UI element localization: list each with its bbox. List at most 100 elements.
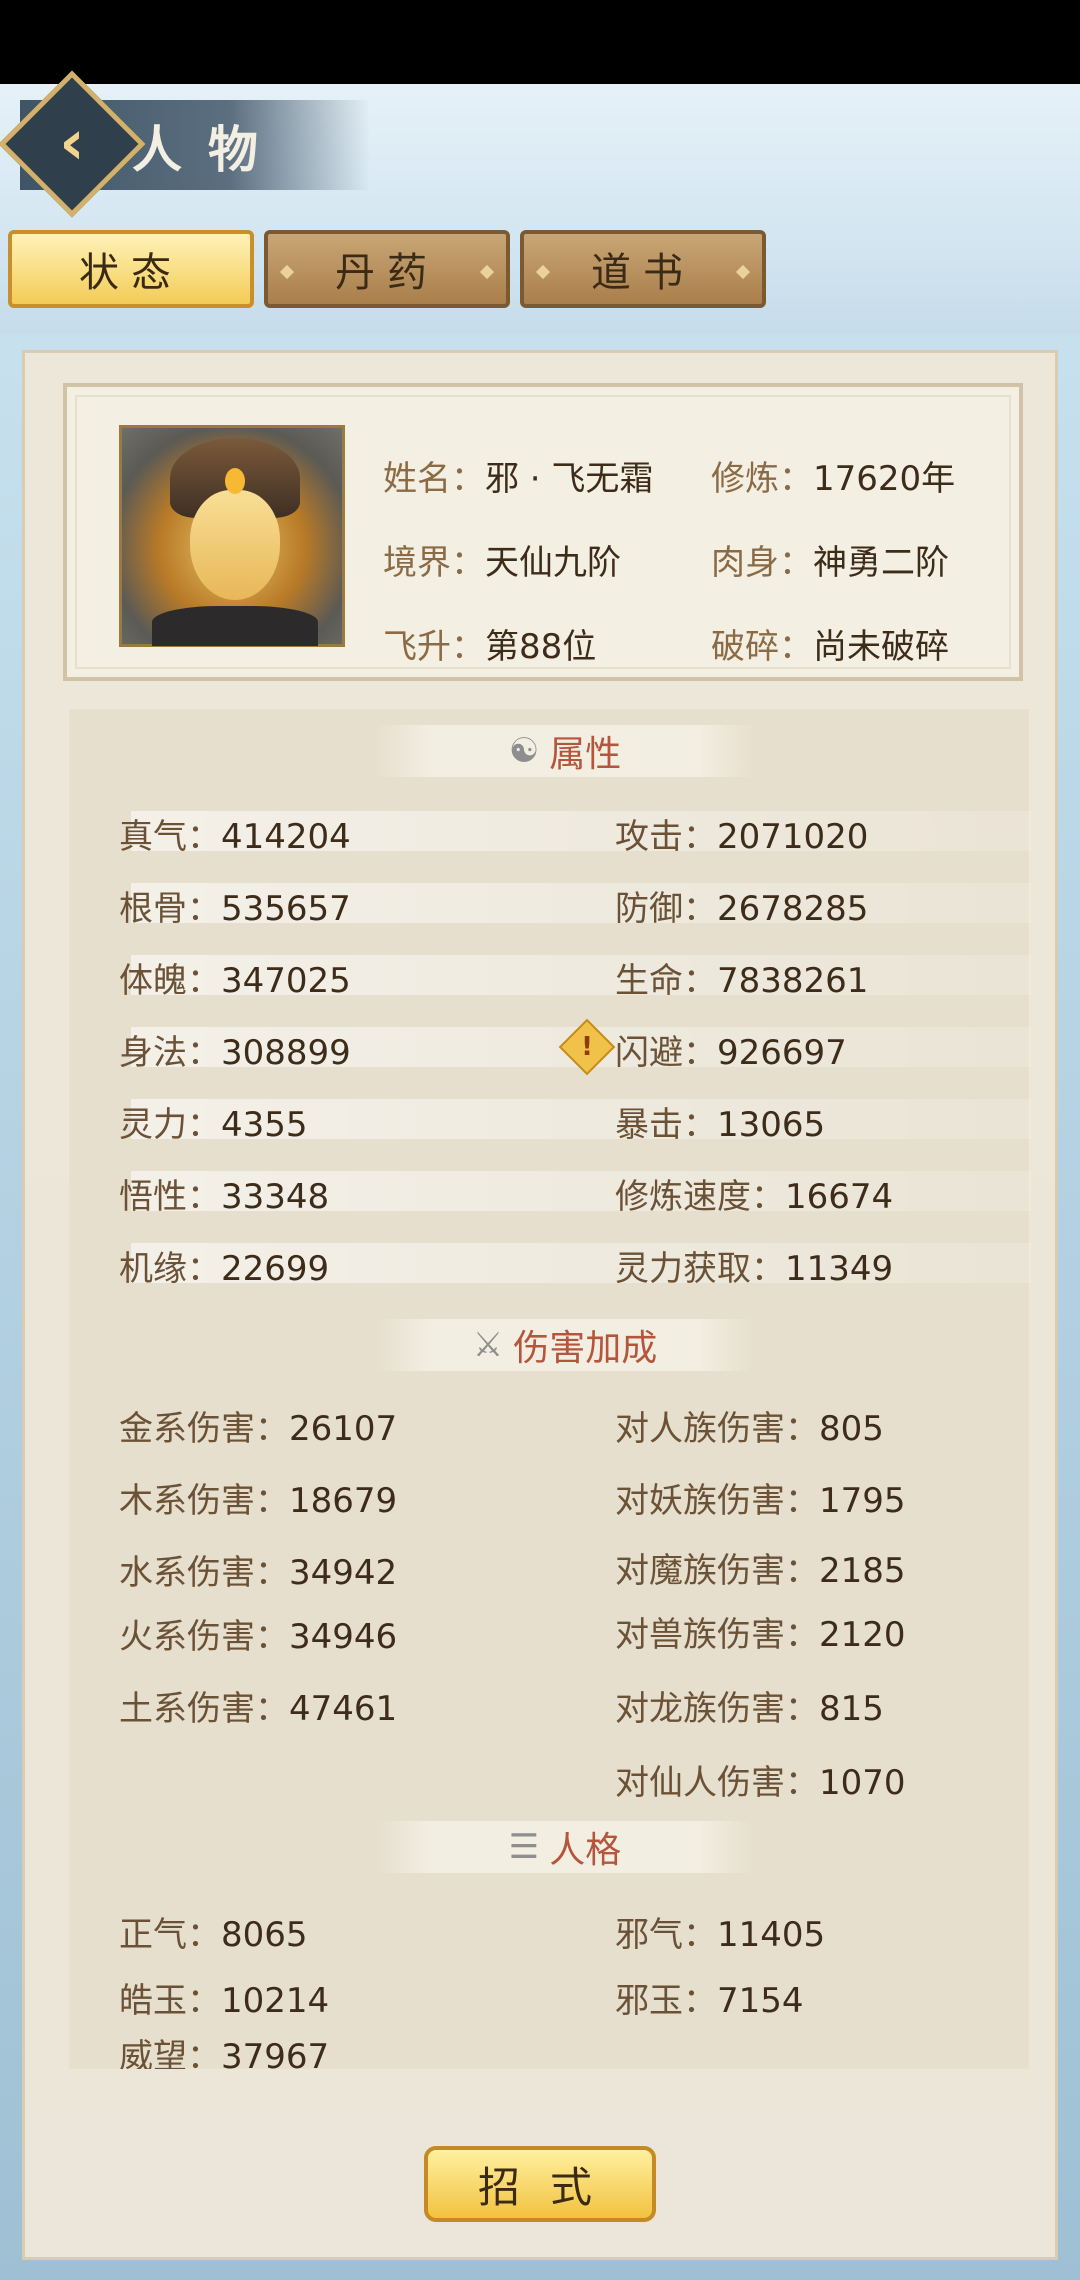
profile-cultivation: 修炼：17620年 <box>711 451 955 500</box>
stat-value: 7838261 <box>717 961 869 1001</box>
stat-value: 7154 <box>717 1981 804 2021</box>
stat-label: 对妖族伤害： <box>615 1481 819 1521</box>
stat-value: 2071020 <box>717 817 869 857</box>
profile-value: 尚未破碎 <box>813 627 949 667</box>
stat-item: 灵力获取：11349 <box>615 1241 893 1290</box>
stat-item: 对人族伤害：805 <box>615 1401 884 1450</box>
stat-value: 37967 <box>221 2037 330 2069</box>
stat-value: 2120 <box>819 1615 906 1655</box>
stat-label: 身法： <box>119 1033 221 1073</box>
skills-button-label: 招式 <box>477 2162 622 2212</box>
stat-label: 金系伤害： <box>119 1409 289 1449</box>
stat-item: 木系伤害：18679 <box>119 1473 397 1522</box>
stat-item: 对魔族伤害：2185 <box>615 1543 906 1592</box>
stat-value: 10214 <box>221 1981 330 2021</box>
stat-label: 火系伤害： <box>119 1617 289 1657</box>
stat-item: 机缘：22699 <box>119 1241 329 1290</box>
stat-label: 生命： <box>615 961 717 1001</box>
stat-item: 对龙族伤害：815 <box>615 1681 884 1730</box>
stat-label: 邪玉： <box>615 1981 717 2021</box>
stat-value: 308899 <box>221 1033 351 1073</box>
gem-icon <box>225 468 245 494</box>
stat-item: 灵力：4355 <box>119 1097 308 1146</box>
crossed-swords-icon: ⚔ <box>472 1325 504 1365</box>
stat-label: 灵力获取： <box>615 1249 785 1289</box>
face-icon <box>190 490 280 600</box>
stat-label: 攻击： <box>615 817 717 857</box>
stat-value: 26107 <box>289 1409 398 1449</box>
stat-item: 生命：7838261 <box>615 953 868 1002</box>
stat-value: 815 <box>819 1689 884 1729</box>
stat-value: 2678285 <box>717 889 869 929</box>
stat-value: 16674 <box>785 1177 894 1217</box>
stat-value: 18679 <box>289 1481 398 1521</box>
profile-label: 破碎： <box>711 627 813 667</box>
tab-books[interactable]: 道书 <box>520 230 766 308</box>
stat-item: 邪玉：7154 <box>615 1973 804 2022</box>
ornament-icon <box>735 264 751 280</box>
tab-label: 状态 <box>79 250 183 296</box>
stat-label: 土系伤害： <box>119 1689 289 1729</box>
status-bar <box>0 0 1080 84</box>
stat-label: 机缘： <box>119 1249 221 1289</box>
stat-value: 926697 <box>717 1033 847 1073</box>
stat-item: 身法：308899 <box>119 1025 351 1074</box>
warning-symbol: ! <box>581 1032 593 1062</box>
yin-yang-icon: ☯ <box>508 731 540 771</box>
tab-pills[interactable]: 丹药 <box>264 230 510 308</box>
stat-label: 防御： <box>615 889 717 929</box>
profile-label: 修炼： <box>711 459 813 499</box>
stat-label: 对龙族伤害： <box>615 1689 819 1729</box>
stat-label: 对仙人伤害： <box>615 1763 819 1803</box>
stat-value: 34946 <box>289 1617 398 1657</box>
tab-label: 丹药 <box>335 250 439 296</box>
stat-label: 邪气： <box>615 1915 717 1955</box>
stat-value: 1070 <box>819 1763 906 1803</box>
profile-value: 17620年 <box>813 459 956 499</box>
ornament-icon <box>535 264 551 280</box>
stat-item: 火系伤害：34946 <box>119 1609 397 1658</box>
profile-value: 神勇二阶 <box>813 543 949 583</box>
stat-item: 威望：37967 <box>119 2029 329 2069</box>
stat-value: 11405 <box>717 1915 826 1955</box>
stat-value: 414204 <box>221 817 351 857</box>
stat-item: 皓玉：10214 <box>119 1973 329 2022</box>
collar-icon <box>152 606 318 646</box>
section-title: 属性 <box>549 734 622 775</box>
section-header-personality: ☰ 人格 <box>375 1821 755 1873</box>
stat-value: 535657 <box>221 889 351 929</box>
stat-item: 攻击：2071020 <box>615 809 868 858</box>
stat-item: 对兽族伤害：2120 <box>615 1607 906 1656</box>
stat-label: 闪避： <box>615 1033 717 1073</box>
stat-item: 修炼速度：16674 <box>615 1169 893 1218</box>
profile-value: 天仙九阶 <box>485 543 621 583</box>
section-title: 伤害加成 <box>513 1328 658 1369</box>
attribute-area: ☯ 属性 真气：414204 根骨：535657 体魄：347025 身法：30… <box>69 709 1031 2069</box>
stat-item: 对妖族伤害：1795 <box>615 1473 906 1522</box>
profile-label: 境界： <box>383 543 485 583</box>
chevron-left-icon: ‹ <box>59 105 85 179</box>
skills-button[interactable]: 招式 <box>424 2146 656 2222</box>
tab-status[interactable]: 状态 <box>8 230 254 308</box>
book-icon: ☰ <box>508 1827 540 1867</box>
stat-item: 水系伤害：34942 <box>119 1545 397 1594</box>
stat-label: 对兽族伤害： <box>615 1615 819 1655</box>
stat-value: 1795 <box>819 1481 906 1521</box>
ornament-icon <box>479 264 495 280</box>
stat-value: 805 <box>819 1409 884 1449</box>
stat-item: 闪避：926697 <box>615 1025 847 1074</box>
stat-item: 邪气：11405 <box>615 1907 825 1956</box>
stat-label: 灵力： <box>119 1105 221 1145</box>
stat-label: 威望： <box>119 2037 221 2069</box>
tab-label: 道书 <box>591 250 695 296</box>
stat-label: 根骨： <box>119 889 221 929</box>
stat-item: 真气：414204 <box>119 809 351 858</box>
profile-card: 姓名：邪 · 飞无霜 修炼：17620年 境界：天仙九阶 肉身：神勇二阶 飞升：… <box>63 383 1023 681</box>
avatar[interactable] <box>119 425 345 647</box>
profile-value: 第88位 <box>485 627 597 667</box>
stat-label: 木系伤害： <box>119 1481 289 1521</box>
page-title: 人物 <box>132 120 284 179</box>
stat-value: 33348 <box>221 1177 330 1217</box>
stat-label: 正气： <box>119 1915 221 1955</box>
profile-ascend: 飞升：第88位 <box>383 619 596 668</box>
